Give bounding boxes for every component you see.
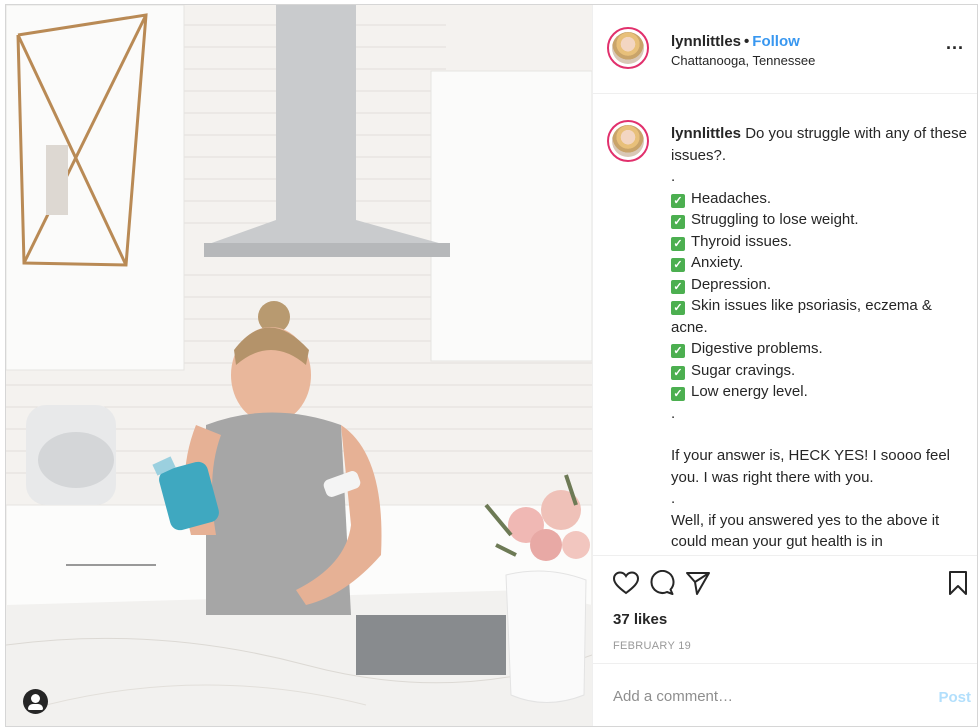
caption-item: ✓ Struggling to lose weight. xyxy=(671,209,971,231)
comment-icon[interactable] xyxy=(649,570,675,596)
comment-bar: Post xyxy=(593,663,977,726)
caption-item: ✓ Low energy level. xyxy=(671,381,971,403)
checkmark-icon: ✓ xyxy=(671,236,685,251)
caption-item: ✓ Anxiety. xyxy=(671,252,971,274)
more-options-icon[interactable]: ... xyxy=(946,33,964,54)
post-actions: 37 likes FEBRUARY 19 Post xyxy=(593,555,977,726)
post-photo[interactable] xyxy=(6,5,592,726)
post-header: lynnlittles • Follow Chattanooga, Tennesse… xyxy=(593,5,977,94)
follow-button[interactable]: Follow xyxy=(752,33,800,50)
location-link[interactable]: Chattanooga, Tennessee xyxy=(671,53,815,68)
bookmark-icon[interactable] xyxy=(948,570,968,596)
separator-dot: • xyxy=(744,33,750,50)
caption-spacer xyxy=(671,424,971,445)
caption-paragraph: Well, if you answered yes to the above i… xyxy=(671,511,940,551)
checkmark-icon: ✓ xyxy=(671,301,685,315)
heart-icon[interactable] xyxy=(613,571,639,595)
caption-item: ✓ Headaches. xyxy=(671,188,971,210)
post-date[interactable]: FEBRUARY 19 xyxy=(613,640,691,652)
username-link[interactable]: lynnlittles xyxy=(671,33,741,50)
caption-avatar[interactable] xyxy=(607,120,649,162)
caption-item: ✓ Depression. xyxy=(671,274,971,296)
caption-text: lynnlittles Do you struggle with any of … xyxy=(671,123,971,553)
kitchen-photo-illustration xyxy=(6,5,592,726)
post-button[interactable]: Post xyxy=(938,689,971,706)
caption-item: ✓ Digestive problems. xyxy=(671,338,971,360)
checkmark-icon: ✓ xyxy=(671,215,685,229)
caption-item: ✓ Skin issues like psoriasis, eczema & ac… xyxy=(671,297,932,336)
checkmark-icon: ✓ xyxy=(671,258,685,272)
checkmark-icon: ✓ xyxy=(671,279,685,294)
checkmark-icon: ✓ xyxy=(671,387,685,401)
caption-dot: . xyxy=(671,490,676,507)
caption-item: ✓ Thyroid issues. xyxy=(671,231,971,253)
user-tag-icon[interactable] xyxy=(23,689,48,714)
caption-scroll-area[interactable]: lynnlittles Do you struggle with any of … xyxy=(593,93,977,555)
share-icon[interactable] xyxy=(685,570,711,596)
caption-username[interactable]: lynnlittles xyxy=(671,125,741,142)
post-container: lynnlittles • Follow Chattanooga, Tennesse… xyxy=(5,4,978,727)
comment-input[interactable] xyxy=(613,688,903,705)
post-sidebar: lynnlittles • Follow Chattanooga, Tennesse… xyxy=(592,5,977,726)
checkmark-icon: ✓ xyxy=(671,344,685,358)
caption-paragraph: If your answer is, HECK YES! I soooo fee… xyxy=(671,447,951,486)
header-user-line: lynnlittles • Follow xyxy=(671,33,800,50)
checkmark-icon: ✓ xyxy=(671,193,685,208)
avatar[interactable] xyxy=(607,27,649,69)
likes-count[interactable]: 37 likes xyxy=(613,611,667,628)
caption-dot: . xyxy=(671,404,676,422)
caption-item: ✓ Sugar cravings. xyxy=(671,360,971,382)
checkmark-icon: ✓ xyxy=(671,365,685,380)
caption-dot: . xyxy=(671,168,676,185)
